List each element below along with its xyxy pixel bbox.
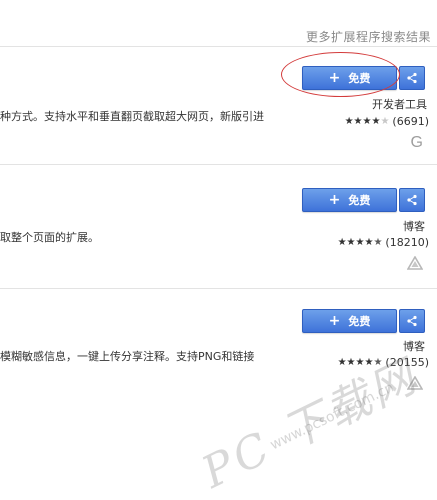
star-icon: ★ (355, 356, 365, 368)
result-description: 取整个页面的扩展。 (0, 231, 99, 244)
rating-count: (6691) (392, 115, 429, 128)
share-icon (407, 72, 417, 84)
result-description: 种方式。支持水平和垂直翻页截取超大网页，新版引进 (0, 110, 264, 123)
rating-count: (20155) (385, 356, 429, 369)
result-description: 模糊敏感信息，一键上传分享注释。支持PNG和链接 (0, 350, 255, 363)
category-label: 博客 (403, 220, 425, 233)
drive-triangle-icon (407, 256, 423, 270)
install-button[interactable]: + 免费 (302, 188, 397, 212)
star-half-icon: ★ (373, 356, 383, 368)
star-icon: ★ (337, 356, 347, 368)
google-g-icon: G (410, 134, 423, 151)
share-icon (407, 315, 417, 327)
star-icon: ★ (346, 236, 356, 248)
star-icon: ★ (362, 115, 372, 127)
share-icon (407, 194, 417, 206)
plus-icon: + (328, 70, 341, 86)
rating: ★ ★ ★ ★ ★ (18210) (338, 236, 429, 249)
star-rating: ★ ★ ★ ★ ★ (337, 356, 383, 368)
rating: ★ ★ ★ ★ ★ (6691) (345, 115, 429, 128)
install-label: 免费 (348, 72, 371, 85)
drive-triangle-icon (407, 376, 423, 390)
star-icon: ★ (344, 115, 354, 127)
star-icon: ★ (364, 236, 374, 248)
category-label: 博客 (403, 340, 425, 353)
star-icon: ★ (380, 115, 390, 127)
result-item: 取整个页面的扩展。 + 免费 博客 ★ ★ ★ ★ ★ (18210) (0, 164, 437, 288)
star-icon: ★ (353, 115, 363, 127)
install-button[interactable]: + 免费 (302, 66, 397, 90)
more-results-link[interactable]: 更多扩展程序搜索结果 (306, 28, 431, 45)
rating: ★ ★ ★ ★ ★ (20155) (338, 356, 429, 369)
share-button[interactable] (399, 309, 425, 333)
result-item: 种方式。支持水平和垂直翻页截取超大网页，新版引进 + 免费 开发者工具 ★ ★ … (0, 46, 437, 164)
star-rating: ★ ★ ★ ★ ★ (337, 236, 383, 248)
result-item: 模糊敏感信息，一键上传分享注释。支持PNG和链接 + 免费 博客 ★ ★ ★ ★… (0, 288, 437, 400)
install-button[interactable]: + 免费 (302, 309, 397, 333)
install-label: 免费 (348, 194, 371, 207)
star-icon: ★ (355, 236, 365, 248)
star-icon: ★ (346, 356, 356, 368)
star-icon: ★ (337, 236, 347, 248)
star-icon: ★ (371, 115, 381, 127)
category-label: 开发者工具 (372, 98, 427, 111)
star-icon: ★ (364, 356, 374, 368)
star-half-icon: ★ (373, 236, 383, 248)
rating-count: (18210) (385, 236, 429, 249)
install-label: 免费 (348, 315, 371, 328)
share-button[interactable] (399, 188, 425, 212)
plus-icon: + (328, 192, 341, 208)
plus-icon: + (328, 313, 341, 329)
share-button[interactable] (399, 66, 425, 90)
star-rating: ★ ★ ★ ★ ★ (344, 115, 390, 127)
